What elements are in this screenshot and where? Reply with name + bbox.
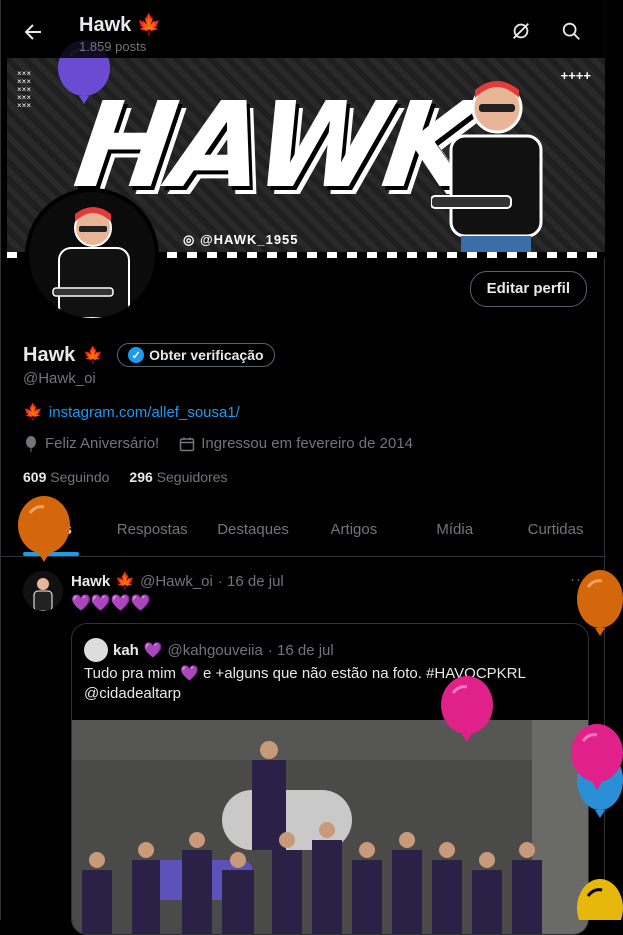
edit-profile-button[interactable]: Editar perfil bbox=[469, 271, 587, 307]
instagram-icon: ◎ bbox=[183, 232, 200, 247]
verified-badge-icon: ✓ bbox=[128, 347, 145, 363]
profile-name: Hawk bbox=[23, 343, 76, 366]
quote-author-name: kah bbox=[113, 641, 139, 659]
tweet-author-handle[interactable]: @Hawk_oi bbox=[140, 573, 213, 590]
tab-articles[interactable]: Artigos bbox=[303, 504, 404, 556]
tweet-author-name[interactable]: Hawk bbox=[71, 573, 110, 590]
pink-balloon[interactable] bbox=[570, 724, 623, 794]
header-title: Hawk 🍁 bbox=[79, 14, 162, 36]
tweet-avatar-illustration bbox=[23, 571, 63, 611]
search-icon[interactable] bbox=[560, 20, 582, 42]
tweet-date[interactable]: · 16 de jul bbox=[218, 573, 284, 590]
balloon-icon bbox=[26, 435, 36, 452]
quoted-tweet[interactable]: kah 💜 @kahgouveiia · 16 de jul Tudo pra … bbox=[71, 623, 589, 935]
yellow-balloon[interactable] bbox=[576, 878, 623, 920]
tab-likes[interactable]: Curtidas bbox=[505, 504, 606, 556]
group-photo-illustration bbox=[72, 720, 588, 934]
calendar-icon bbox=[179, 437, 195, 451]
quote-photo[interactable] bbox=[72, 720, 588, 934]
profile-avatar[interactable] bbox=[25, 188, 159, 322]
top-bar: Hawk 🍁 1.859 posts bbox=[1, 0, 606, 58]
tweet-header: Hawk 🍁 @Hawk_oi · 16 de jul bbox=[71, 571, 284, 591]
avatar-character-illustration bbox=[29, 192, 155, 318]
tab-replies[interactable]: Respostas bbox=[102, 504, 203, 556]
following-count: 609 bbox=[23, 469, 47, 485]
grok-icon[interactable] bbox=[510, 20, 532, 42]
profile-link-row: 🍁 instagram.com/allef_sousa1/ bbox=[23, 402, 240, 422]
profile-handle: @Hawk_oi bbox=[23, 370, 96, 387]
following-label: Seguindo bbox=[50, 469, 110, 485]
quote-avatar bbox=[84, 638, 108, 662]
maple-leaf-icon: 🍁 bbox=[23, 404, 43, 421]
birthday-item: Feliz Aniversário! bbox=[23, 435, 159, 452]
banner-character-illustration bbox=[431, 81, 543, 256]
maple-leaf-icon: 🍁 bbox=[83, 347, 104, 364]
joined-text: Ingressou em fevereiro de 2014 bbox=[201, 435, 414, 452]
profile-meta: Feliz Aniversário! Ingressou em fevereir… bbox=[23, 435, 413, 452]
get-verified-button[interactable]: ✓ Obter verificação bbox=[117, 343, 275, 367]
profile-tabs: Posts Respostas Destaques Artigos Mídia … bbox=[1, 504, 606, 557]
quote-author-handle: @kahgouveiia bbox=[167, 641, 263, 659]
tweet[interactable]: Hawk 🍁 @Hawk_oi · 16 de jul ··· 💜💜💜💜 kah… bbox=[1, 557, 606, 935]
pink-balloon[interactable] bbox=[440, 676, 494, 746]
followers-link[interactable]: 296 Seguidores bbox=[129, 469, 227, 485]
quote-text: Tudo pra mim 💜 e +alguns que não estão n… bbox=[84, 665, 526, 702]
banner-word: HAWK bbox=[67, 76, 484, 214]
banner-handle: ◎ @HAWK_1955 bbox=[183, 232, 299, 248]
banner-handle-text: @HAWK_1955 bbox=[199, 232, 299, 247]
header-posts-count: 1.859 posts bbox=[79, 39, 147, 54]
back-arrow-icon[interactable] bbox=[21, 20, 45, 44]
followers-count: 296 bbox=[129, 469, 153, 485]
orange-balloon[interactable] bbox=[576, 570, 623, 638]
tweet-avatar[interactable] bbox=[23, 571, 63, 611]
orange-balloon[interactable] bbox=[16, 496, 72, 566]
banner-x-pattern: ××× ××× ××× ××× ××× bbox=[17, 69, 32, 110]
follow-stats: 609 Seguindo 296 Seguidores bbox=[23, 469, 228, 485]
joined-item: Ingressou em fevereiro de 2014 bbox=[179, 435, 413, 452]
maple-leaf-icon: 🍁 bbox=[115, 573, 136, 590]
purple-heart-icon: 💜 bbox=[143, 642, 163, 659]
tweet-text: 💜💜💜💜 bbox=[71, 595, 151, 612]
profile-column: Hawk 🍁 1.859 posts ××× ××× ××× ××× ××× HAWK … bbox=[0, 0, 606, 935]
quote-date: · 16 de jul bbox=[267, 641, 334, 659]
profile-name-row: Hawk 🍁 ✓ Obter verificação bbox=[23, 343, 275, 367]
tab-media[interactable]: Mídia bbox=[404, 504, 505, 556]
header-actions bbox=[510, 20, 582, 42]
birthday-text: Feliz Aniversário! bbox=[45, 435, 160, 452]
profile-link[interactable]: instagram.com/allef_sousa1/ bbox=[49, 404, 240, 421]
header-title-block: Hawk 🍁 1.859 posts bbox=[79, 12, 162, 54]
followers-label: Seguidores bbox=[156, 469, 228, 485]
tab-highlights[interactable]: Destaques bbox=[203, 504, 304, 556]
get-verified-label: Obter verificação bbox=[149, 347, 264, 363]
quote-header: kah 💜 @kahgouveiia · 16 de jul bbox=[84, 638, 334, 662]
following-link[interactable]: 609 Seguindo bbox=[23, 469, 109, 485]
